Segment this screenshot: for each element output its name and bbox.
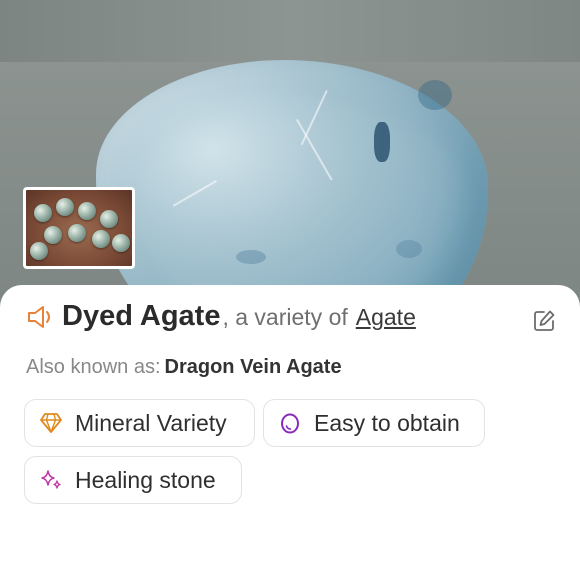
tag-label: Mineral Variety bbox=[75, 409, 227, 436]
specimen-thumbnail[interactable] bbox=[23, 187, 135, 269]
tag-easy-to-obtain[interactable]: Easy to obtain bbox=[263, 399, 485, 447]
tag-mineral-variety[interactable]: Mineral Variety bbox=[24, 399, 255, 447]
variety-text: , a variety of bbox=[222, 304, 348, 330]
egg-icon bbox=[281, 413, 299, 434]
stone-name: Dyed Agate bbox=[62, 300, 221, 332]
tag-healing-stone[interactable]: Healing stone bbox=[24, 456, 242, 504]
parent-stone-link[interactable]: Agate bbox=[356, 304, 416, 331]
tag-label: Healing stone bbox=[75, 466, 216, 493]
tag-label: Easy to obtain bbox=[314, 409, 460, 436]
specimen-photo bbox=[0, 0, 580, 330]
speaker-icon[interactable] bbox=[26, 303, 56, 331]
photo-background bbox=[0, 0, 580, 62]
aka-value: Dragon Vein Agate bbox=[164, 356, 342, 378]
also-known-as: Also known as: Dragon Vein Agate bbox=[26, 356, 342, 379]
edit-icon[interactable] bbox=[532, 309, 556, 333]
gem-icon bbox=[40, 413, 62, 433]
aka-label: Also known as: bbox=[26, 356, 161, 378]
title-row: Dyed Agate , a variety of Agate bbox=[26, 300, 416, 333]
sparkles-icon bbox=[41, 470, 61, 489]
